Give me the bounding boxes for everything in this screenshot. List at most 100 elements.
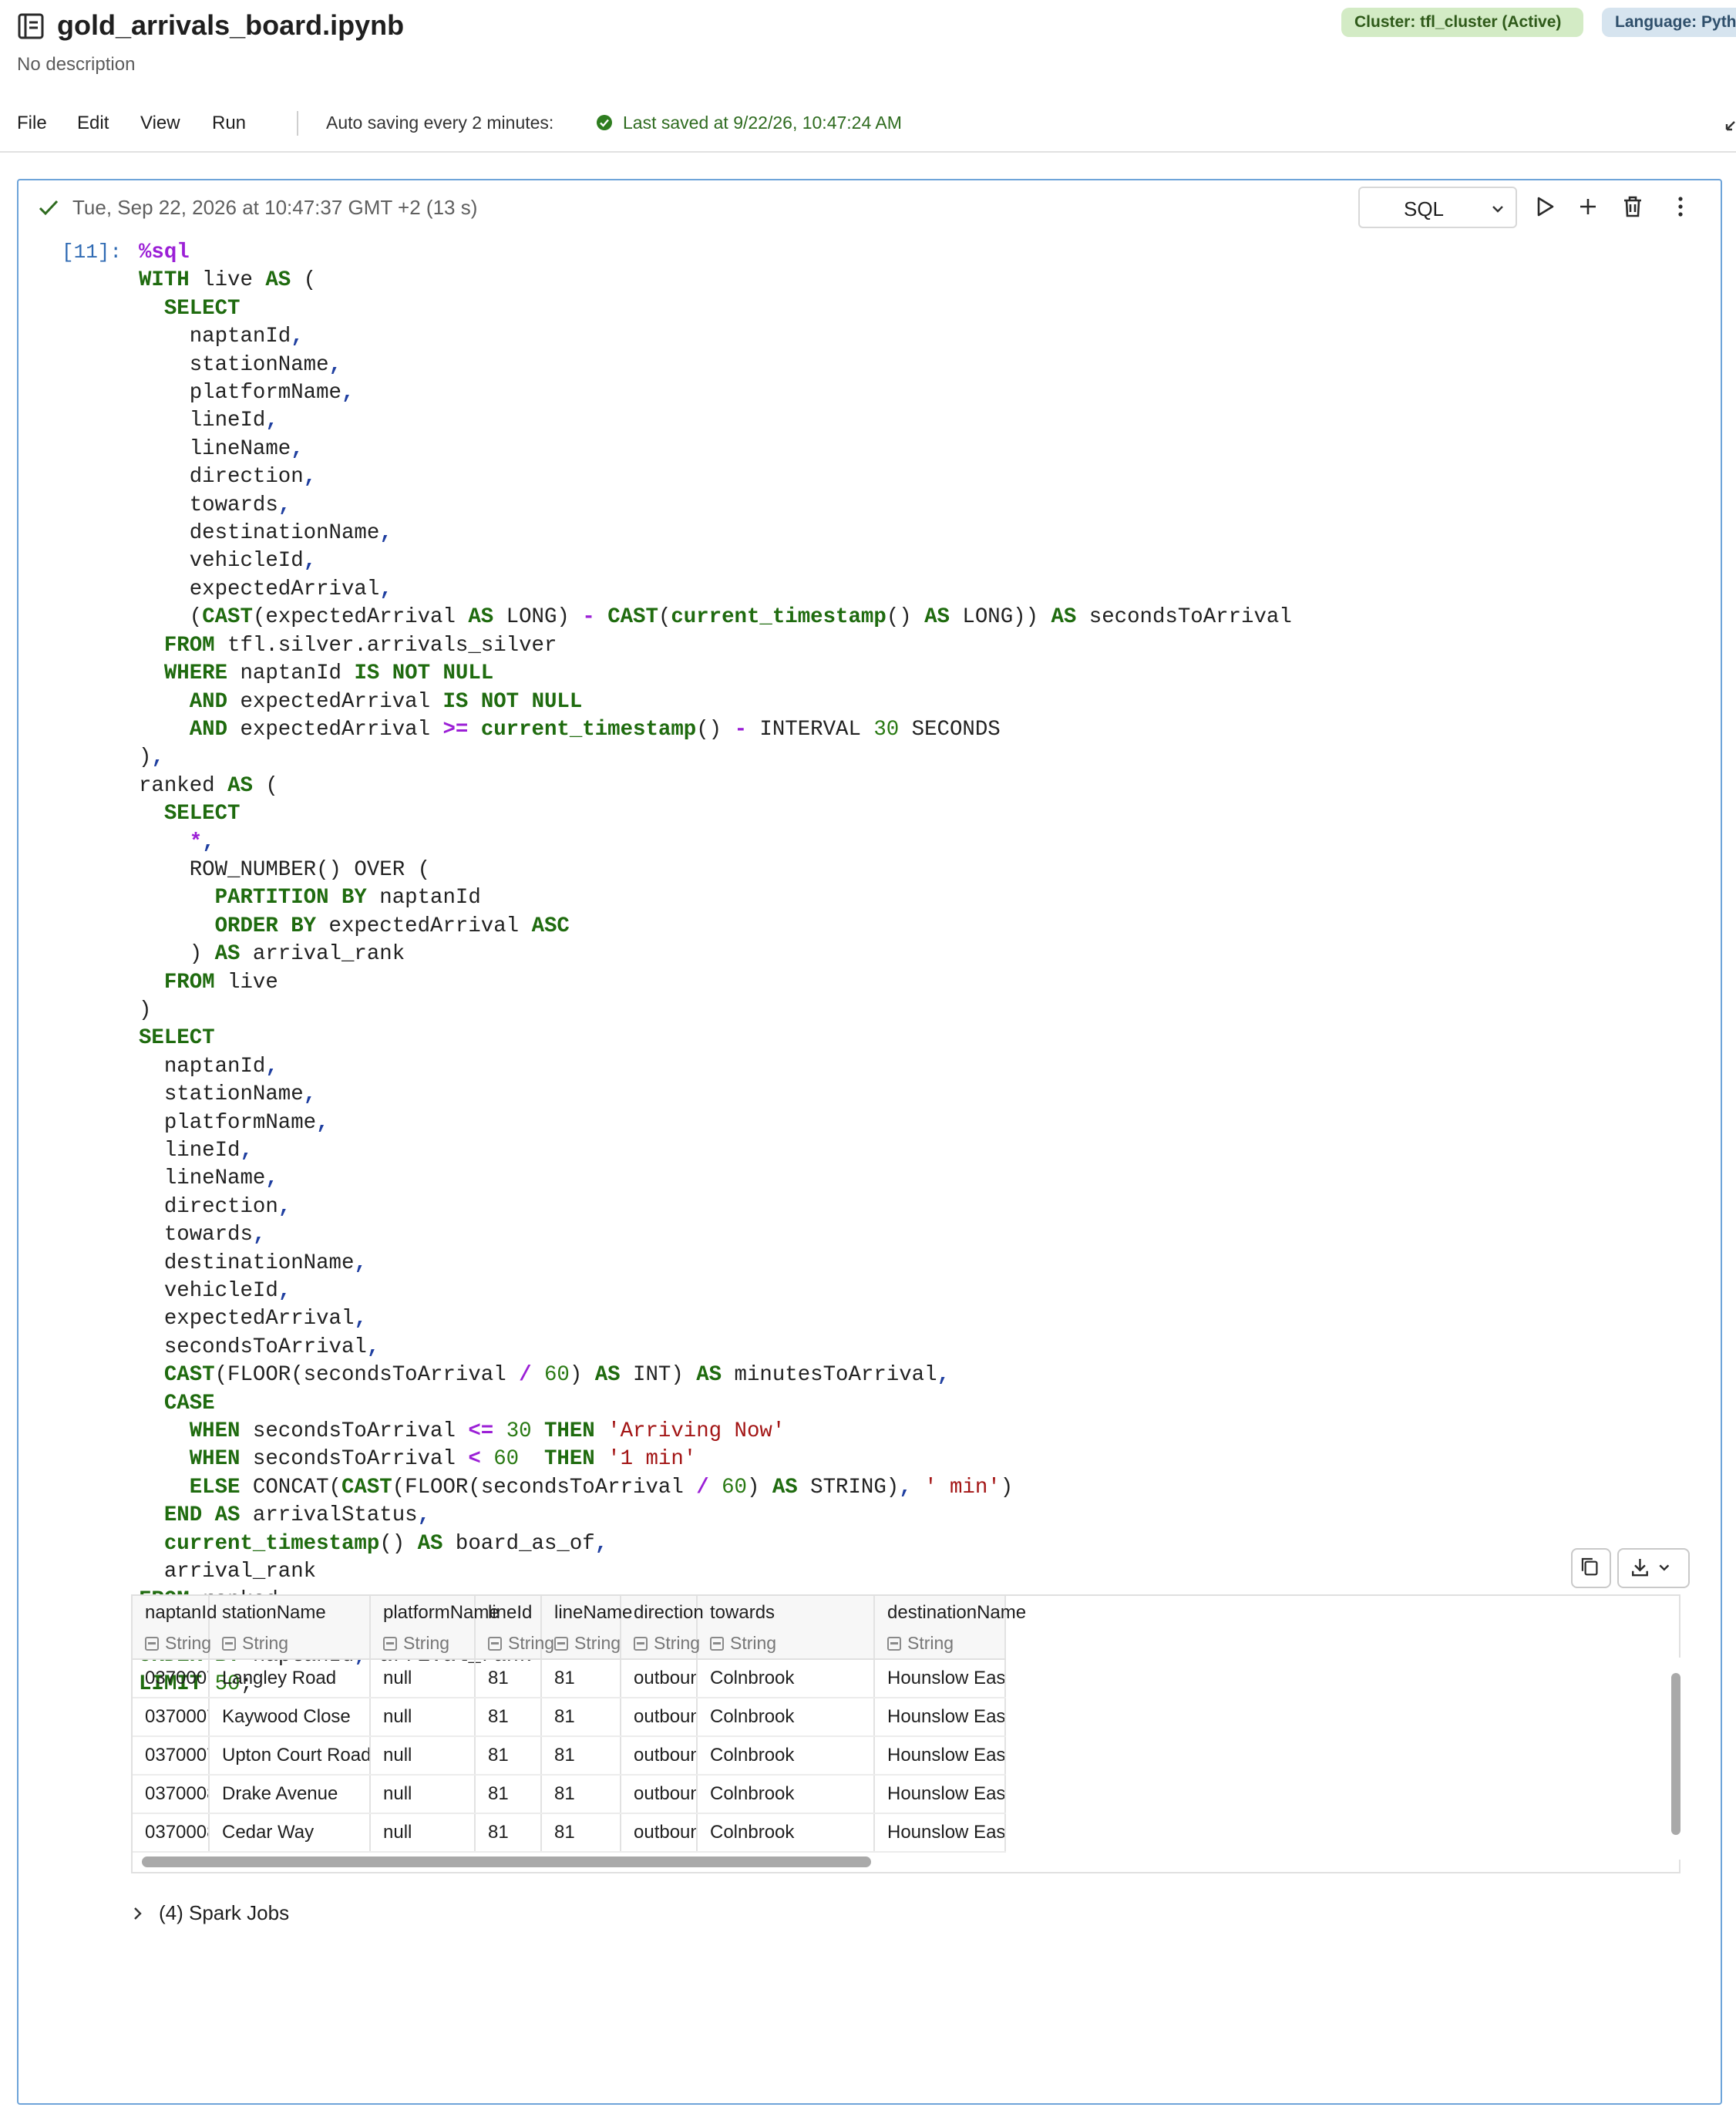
code-line: %sql (139, 241, 190, 264)
column-name: naptanId (145, 1602, 217, 1623)
menu-bar: File Edit View Run Auto saving every 2 m… (0, 100, 1736, 146)
column-header[interactable]: naptanId String (133, 1596, 217, 1660)
table-cell: outbound (621, 1775, 698, 1814)
column-name: platformName (383, 1602, 500, 1623)
table-cell: Colnbrook (697, 1775, 875, 1814)
menu-separator (297, 111, 298, 136)
notebook-icon (18, 13, 44, 39)
table-row[interactable]: 03700079Upton Court Roadnull8181outbound… (133, 1736, 1006, 1776)
table-cell: Colnbrook (697, 1659, 875, 1698)
code-line: expectedArrival, (139, 1307, 367, 1331)
code-line: ranked AS ( (139, 773, 278, 798)
code-line: destinationName, (139, 1251, 367, 1275)
code-line: ) AS arrival_rank (139, 942, 405, 967)
copy-results-button[interactable] (1571, 1548, 1611, 1588)
table-cell: Drake Avenue (209, 1775, 371, 1814)
column-header[interactable]: stationName String (209, 1596, 371, 1660)
column-type-label: String (654, 1633, 701, 1653)
table-cell: Colnbrook (697, 1813, 875, 1853)
column-name: lineName (554, 1602, 633, 1623)
table-cell: null (370, 1698, 476, 1737)
code-line: WHEN secondsToArrival < 60 THEN '1 min' (189, 1447, 697, 1472)
code-line: AND expectedArrival >= current_timestamp… (189, 717, 1001, 742)
cell-language-value: SQL (1403, 197, 1445, 220)
code-line: expectedArrival, (139, 577, 392, 601)
menu-file[interactable]: File (17, 113, 47, 134)
plus-icon[interactable] (1574, 193, 1602, 220)
header-divider (0, 151, 1736, 153)
code-line: WHERE naptanId IS NOT NULL (163, 661, 494, 686)
code-line: current_timestamp() AS board_as_of, (163, 1531, 608, 1556)
menu-edit[interactable]: Edit (77, 113, 109, 134)
string-type-icon (145, 1637, 159, 1651)
cell-execution-time: Tue, Sep 22, 2026 at 10:47:37 GMT +2 (13… (72, 196, 478, 219)
copy-icon (1581, 1557, 1598, 1576)
collapse-arrow-icon[interactable] (1724, 114, 1736, 133)
table-cell: outbound (621, 1698, 698, 1737)
column-name: towards (710, 1602, 775, 1623)
notebook-title[interactable]: gold_arrivals_board.ipynb (57, 9, 404, 42)
table-cell: Cedar Way (209, 1813, 371, 1853)
cell-language-select[interactable]: SQL (1358, 187, 1517, 228)
horizontal-scrollbar[interactable] (142, 1856, 871, 1867)
table-row[interactable]: 03700081Drake Avenuenull8181outboundColn… (133, 1775, 1006, 1814)
column-type: String (145, 1633, 211, 1654)
table-cell: null (370, 1813, 476, 1853)
string-type-icon (222, 1637, 236, 1651)
notebook-description[interactable]: No description (17, 54, 135, 76)
table-cell: null (370, 1736, 476, 1776)
column-name: lineId (488, 1602, 533, 1623)
menu-view[interactable]: View (140, 113, 180, 134)
column-name: destinationName (887, 1602, 1027, 1623)
code-editor[interactable]: %sql WITH live AS ( SELECT naptanId, stat… (139, 239, 1680, 1698)
column-header[interactable]: platformName String (370, 1596, 500, 1660)
code-line: towards, (139, 493, 291, 517)
column-type: String (634, 1633, 700, 1654)
table-row[interactable]: 03700082Cedar Waynull8181outboundColnbro… (133, 1813, 1006, 1853)
language-badge[interactable]: Language: Python (1602, 8, 1736, 37)
table-cell: 81 (475, 1813, 542, 1853)
string-type-icon (634, 1637, 648, 1651)
code-line: CASE (163, 1391, 215, 1416)
code-line: SELECT (163, 296, 241, 321)
code-line: ORDER BY expectedArrival ASC (214, 914, 570, 938)
code-line: arrival_rank (139, 1560, 317, 1584)
code-line: *, (189, 830, 215, 854)
table-cell: Hounslow East, Hounslow (874, 1698, 1006, 1737)
table-cell: 81 (475, 1736, 542, 1776)
trash-icon[interactable] (1619, 193, 1647, 220)
table-cell: null (370, 1775, 476, 1814)
code-line: towards, (139, 1223, 266, 1247)
table-cell: Langley Road (209, 1659, 371, 1698)
table-cell: Kaywood Close (209, 1698, 371, 1737)
menu-run[interactable]: Run (212, 113, 246, 134)
code-line: END AS arrivalStatus, (163, 1503, 431, 1528)
code-line: lineName, (139, 1166, 278, 1191)
table-row[interactable]: 03700077Kaywood Closenull8181outboundCol… (133, 1698, 1006, 1737)
column-type: String (488, 1633, 554, 1654)
vertical-scrollbar[interactable] (1671, 1673, 1680, 1835)
spark-jobs-label: (4) Spark Jobs (159, 1901, 290, 1924)
results-table-container[interactable]: naptanId String stationName String platformN… (131, 1594, 1680, 1873)
cluster-badge[interactable]: Cluster: tfl_cluster (Active) (1341, 8, 1583, 37)
column-type: String (554, 1633, 621, 1654)
kebab-menu-icon[interactable] (1667, 193, 1694, 220)
code-line: FROM tfl.silver.arrivals_silver (163, 633, 557, 658)
column-name: direction (634, 1602, 704, 1623)
autosave-label: Auto saving every 2 minutes: (326, 113, 554, 133)
column-header[interactable]: towards String (697, 1596, 875, 1660)
table-cell: 03700074 (133, 1659, 210, 1698)
table-row[interactable]: 03700074Langley Roadnull8181outboundColn… (133, 1659, 1006, 1698)
code-line: stationName, (139, 1082, 317, 1107)
code-line: AND expectedArrival IS NOT NULL (189, 689, 583, 714)
table-cell: outbound (621, 1813, 698, 1853)
code-line: direction, (139, 465, 317, 490)
code-line: vehicleId, (139, 1279, 291, 1304)
code-line: WHEN secondsToArrival <= 30 THEN 'Arrivi… (189, 1419, 786, 1444)
results-table: naptanId String stationName String platformN… (133, 1596, 1027, 1853)
code-line: stationName, (139, 352, 341, 377)
code-line: ELSE CONCAT(CAST(FLOOR(secondsToArrival … (189, 1475, 1014, 1500)
play-icon[interactable] (1531, 193, 1559, 220)
download-results-button[interactable] (1617, 1548, 1690, 1588)
column-header[interactable]: destinationName String (874, 1596, 1027, 1660)
